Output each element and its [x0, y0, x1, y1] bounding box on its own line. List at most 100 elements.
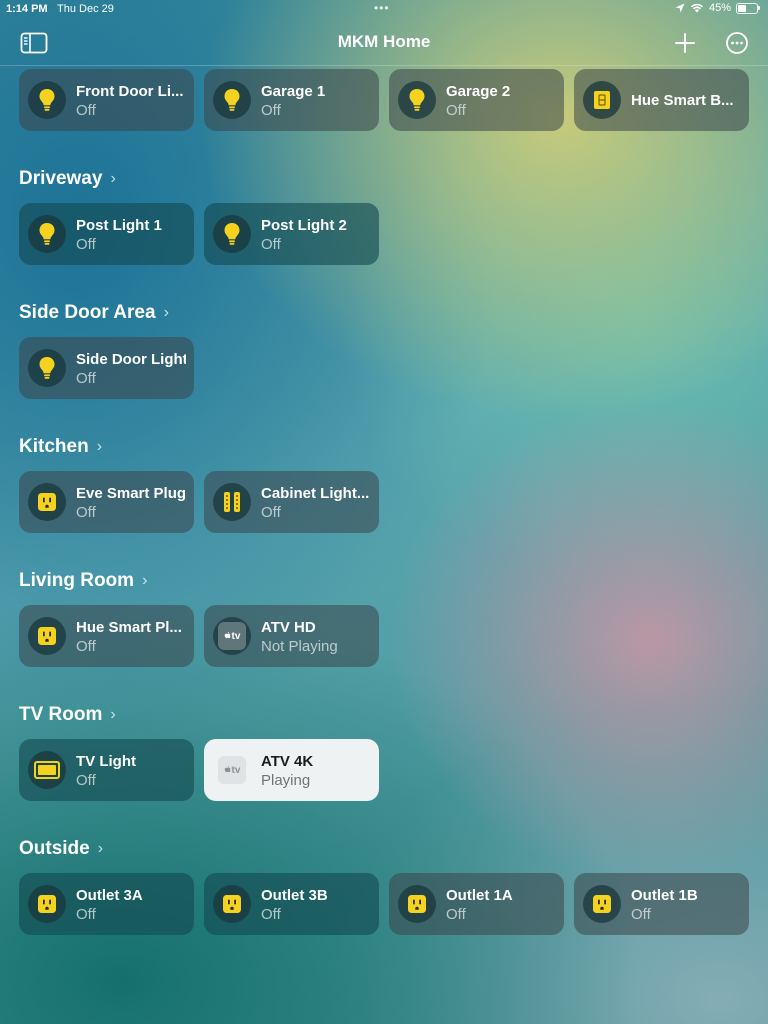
bulb-icon: [38, 88, 56, 112]
battery-icon: [736, 2, 760, 14]
accessory-tile[interactable]: Side Door Light Off: [19, 337, 194, 399]
accessory-name: Front Door Li...: [76, 83, 184, 100]
accessory-name: Garage 1: [261, 83, 326, 100]
section-header-side-door-area[interactable]: Side Door Area ›: [19, 302, 169, 324]
section-title: Living Room: [19, 570, 135, 591]
accessory-tile[interactable]: Outlet 3B Off: [204, 873, 379, 935]
accessory-icon-button[interactable]: [213, 885, 251, 923]
location-arrow-icon: [675, 3, 685, 13]
accessory-icon-button[interactable]: [28, 751, 66, 789]
outlet-icon: [37, 626, 57, 646]
plus-icon: [675, 33, 695, 53]
apple-tv-icon: tv: [218, 622, 246, 650]
accessory-name: Eve Smart Plug: [76, 485, 186, 502]
accessory-icon-button[interactable]: [28, 215, 66, 253]
accessory-tile[interactable]: tv ATV HD Not Playing: [204, 605, 379, 667]
accessory-icon-button[interactable]: [583, 885, 621, 923]
bulb-icon: [38, 222, 56, 246]
accessory-icon-button[interactable]: [28, 81, 66, 119]
accessory-icon-button[interactable]: tv: [213, 617, 251, 655]
accessory-tile[interactable]: Cabinet Light... Off: [204, 471, 379, 533]
accessory-tile[interactable]: Garage 2 Off: [389, 69, 564, 131]
accessory-icon-button[interactable]: [213, 215, 251, 253]
accessory-icon-button[interactable]: [28, 349, 66, 387]
accessory-name: Cabinet Light...: [261, 485, 370, 502]
accessory-icon-button[interactable]: [28, 617, 66, 655]
accessory-status: Off: [631, 906, 651, 923]
accessory-tile[interactable]: Hue Smart B...: [574, 69, 749, 131]
chevron-right-icon: ›: [96, 438, 103, 455]
accessory-icon-button[interactable]: [28, 885, 66, 923]
status-bar: 1:14 PM Thu Dec 29 ••• 45%: [0, 0, 768, 20]
bulb-icon: [223, 222, 241, 246]
outlet-icon: [592, 894, 612, 914]
accessory-tile[interactable]: tv ATV 4K Playing: [204, 739, 379, 801]
accessory-name: Post Light 1: [76, 217, 162, 234]
accessory-tile[interactable]: Eve Smart Plug Off: [19, 471, 194, 533]
accessory-tile[interactable]: TV Light Off: [19, 739, 194, 801]
accessory-status: Off: [261, 504, 281, 521]
accessory-icon-button[interactable]: [583, 81, 621, 119]
accessory-name: TV Light: [76, 753, 136, 770]
accessory-icon-button[interactable]: [398, 885, 436, 923]
section-title: Driveway: [19, 168, 103, 189]
section-title: Kitchen: [19, 436, 89, 457]
status-time: 1:14 PM: [6, 3, 48, 15]
accessory-tile[interactable]: Post Light 2 Off: [204, 203, 379, 265]
accessory-tile[interactable]: Outlet 1A Off: [389, 873, 564, 935]
accessory-name: Side Door Light: [76, 351, 186, 368]
nav-divider: [0, 65, 768, 66]
bulb-icon: [408, 88, 426, 112]
accessory-tile[interactable]: Front Door Li... Off: [19, 69, 194, 131]
accessory-icon-button[interactable]: [28, 483, 66, 521]
section-header-outside[interactable]: Outside ›: [19, 838, 103, 860]
accessory-name: Post Light 2: [261, 217, 347, 234]
accessory-status: Off: [261, 102, 281, 119]
outlet-icon: [37, 492, 57, 512]
section-title: Side Door Area: [19, 302, 156, 323]
section-header-kitchen[interactable]: Kitchen ›: [19, 436, 102, 458]
more-button[interactable]: [723, 29, 751, 57]
accessory-tile[interactable]: Outlet 1B Off: [574, 873, 749, 935]
nav-bar: MKM Home: [0, 20, 768, 65]
accessory-tile[interactable]: Garage 1 Off: [204, 69, 379, 131]
accessory-status: Off: [76, 638, 96, 655]
chevron-right-icon: ›: [163, 304, 169, 321]
multitasking-dots[interactable]: •••: [374, 1, 390, 15]
section-header-living-room[interactable]: Living Room ›: [19, 570, 147, 592]
section-header-tv-room[interactable]: TV Room ›: [19, 704, 116, 726]
accessory-name: Hue Smart Pl...: [76, 619, 182, 636]
add-button[interactable]: [671, 29, 699, 57]
accessory-status: Off: [76, 370, 96, 387]
wifi-icon: [690, 3, 703, 13]
accessory-icon-button[interactable]: [213, 81, 251, 119]
accessory-status: Not Playing: [261, 638, 338, 655]
accessory-status: Off: [446, 906, 466, 923]
accessory-status: Playing: [261, 772, 311, 789]
ellipsis-circle-icon: [726, 32, 748, 54]
section-header-driveway[interactable]: Driveway ›: [19, 168, 116, 190]
switch-icon: [593, 90, 611, 110]
accessory-name: Outlet 1A: [446, 887, 513, 904]
accessory-tile[interactable]: Hue Smart Pl... Off: [19, 605, 194, 667]
accessory-name: Outlet 3B: [261, 887, 328, 904]
accessory-status: Off: [261, 236, 281, 253]
accessory-icon-button[interactable]: [213, 483, 251, 521]
accessory-name: Hue Smart B...: [631, 92, 734, 109]
accessory-name: ATV HD: [261, 619, 316, 636]
outlet-icon: [407, 894, 427, 914]
accessory-icon-button[interactable]: tv: [213, 751, 251, 789]
status-date: Thu Dec 29: [57, 3, 114, 15]
accessory-status: Off: [76, 236, 96, 253]
apple-tv-icon: tv: [218, 756, 246, 784]
outlet-icon: [222, 894, 242, 914]
accessory-tile[interactable]: Post Light 1 Off: [19, 203, 194, 265]
accessory-status: Off: [261, 906, 281, 923]
section-title: Outside: [19, 838, 90, 859]
tv-light-icon: [34, 761, 60, 779]
accessory-tile[interactable]: Outlet 3A Off: [19, 873, 194, 935]
accessory-icon-button[interactable]: [398, 81, 436, 119]
chevron-right-icon: ›: [110, 170, 116, 187]
apple-tv-badge-label: tv: [231, 764, 241, 776]
apple-tv-badge-label: tv: [231, 630, 241, 642]
